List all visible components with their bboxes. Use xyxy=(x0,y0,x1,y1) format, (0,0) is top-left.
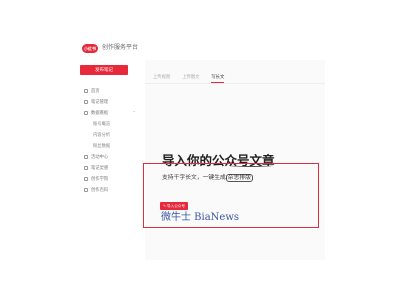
sidebar-item-wiki[interactable]: 创作百科 xyxy=(84,184,134,195)
note-icon xyxy=(84,99,88,104)
tab-divider xyxy=(145,83,325,84)
book-icon xyxy=(84,187,88,192)
sidebar-item-label: 内容分析 xyxy=(93,131,111,137)
sidebar-item-label: 创作学院 xyxy=(91,175,109,181)
sidebar-item-academy[interactable]: 创作学院 xyxy=(84,173,134,184)
academy-icon xyxy=(84,176,88,181)
tab-upload-video[interactable]: 上传视频 xyxy=(153,74,170,83)
sidebar-item-label: 活动中心 xyxy=(91,153,109,159)
brand-logo[interactable]: 小红书 xyxy=(82,44,98,53)
chart-icon xyxy=(84,110,88,115)
home-icon xyxy=(84,88,88,93)
chevron-up-icon: ⌃ xyxy=(132,110,136,115)
sidebar-subitem-overview[interactable]: 账号概览 xyxy=(84,118,134,129)
publish-note-button[interactable]: 发布笔记 xyxy=(80,65,128,75)
sidebar-item-inspiration[interactable]: 笔记灵感 xyxy=(84,162,134,173)
lightbulb-icon xyxy=(84,165,88,170)
sidebar-item-label: 笔记灵感 xyxy=(91,164,109,170)
watermark: 微牛士 BiaNews xyxy=(161,212,240,223)
tab-upload-image[interactable]: 上传图文 xyxy=(182,74,199,83)
sidebar-item-label: 首页 xyxy=(91,87,100,93)
brand-name: 创作服务平台 xyxy=(102,45,139,51)
sidebar-nav: 首页 笔记管理 数据看板 ⌃ 账号概览 内容分析 粉丝数据 活动中心 笔记灵感 … xyxy=(84,85,136,195)
sidebar-item-home[interactable]: 首页 xyxy=(84,85,134,96)
sidebar-subitem-fans[interactable]: 粉丝数据 xyxy=(84,140,134,151)
sidebar-item-label: 数据看板 xyxy=(91,109,109,115)
event-icon xyxy=(84,154,88,159)
sidebar-item-label: 创作百科 xyxy=(91,186,109,192)
sidebar-item-notes[interactable]: 笔记管理 xyxy=(84,96,134,107)
sidebar-item-data[interactable]: 数据看板 ⌃ xyxy=(84,107,136,118)
sidebar-item-label: 笔记管理 xyxy=(91,98,109,104)
sidebar-subitem-content[interactable]: 内容分析 xyxy=(84,129,134,140)
sidebar-item-events[interactable]: 活动中心 xyxy=(84,151,134,162)
tab-write-article[interactable]: 写长文 xyxy=(211,74,225,83)
sidebar-item-label: 粉丝数据 xyxy=(93,142,111,148)
sidebar-item-label: 账号概览 xyxy=(93,120,111,126)
upload-tabs: 上传视频 上传图文 写长文 xyxy=(153,74,225,83)
